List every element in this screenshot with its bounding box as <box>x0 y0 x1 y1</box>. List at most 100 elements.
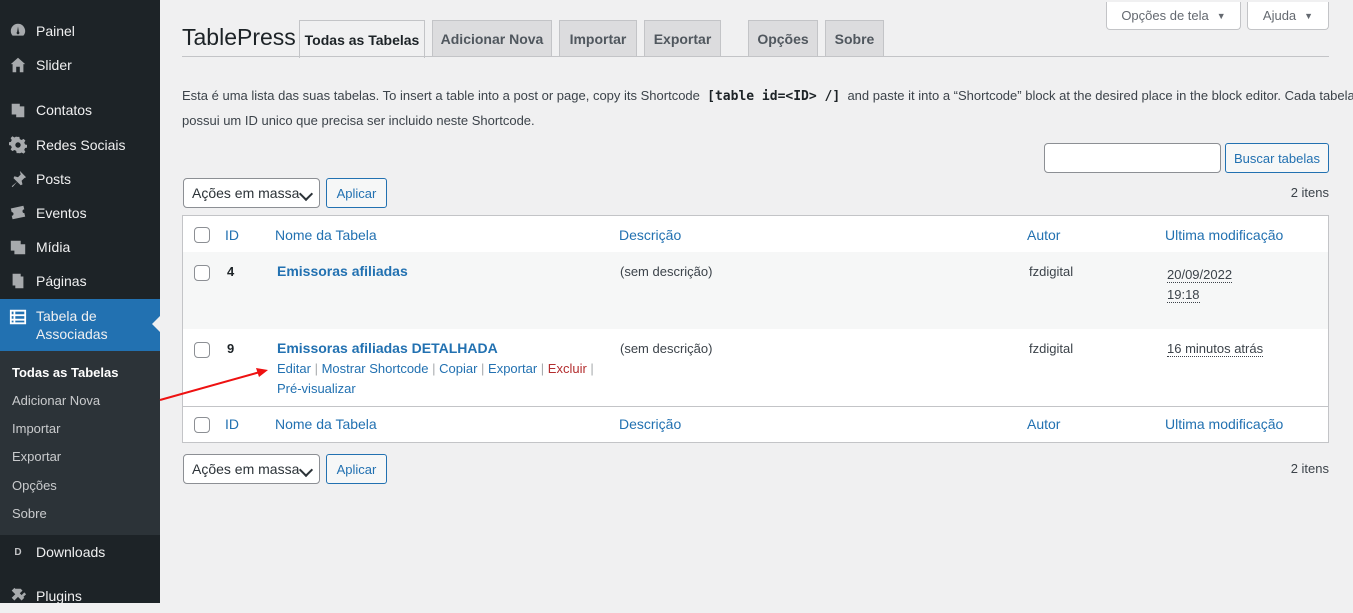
sidebar-item-label: Mídia <box>36 239 71 255</box>
plugin-icon <box>8 586 28 606</box>
tab-exportar[interactable]: Exportar <box>644 20 721 57</box>
caret-down-icon: ▼ <box>1304 10 1314 21</box>
column-author[interactable]: Autor <box>1027 227 1060 243</box>
tab-todas-as-tabelas[interactable]: Todas as Tabelas <box>299 20 425 58</box>
sidebar-item-tabela-de-associadas[interactable]: Tabela de Associadas <box>0 299 160 351</box>
submenu-item-exportar[interactable]: Exportar <box>12 449 61 464</box>
help-button[interactable]: Ajuda ▼ <box>1247 2 1329 30</box>
submenu-item-importar[interactable]: Importar <box>12 421 60 436</box>
sidebar-item-contatos[interactable]: Contatos <box>0 93 160 127</box>
select-all-checkbox[interactable] <box>194 417 210 433</box>
sidebar-item-eventos[interactable]: Eventos <box>0 196 160 230</box>
chevron-down-icon <box>298 462 314 478</box>
sidebar-item-label: Redes Sociais <box>36 137 126 153</box>
row-id: 9 <box>227 341 235 356</box>
sidebar-item-redes-sociais[interactable]: Redes Sociais <box>0 128 160 162</box>
tab-importar[interactable]: Importar <box>559 20 637 57</box>
sidebar-item-label: Plugins <box>36 588 82 604</box>
intro-line-1: Esta é uma lista das suas tabelas. To in… <box>182 88 1353 104</box>
screen-options-label: Opções de tela <box>1121 8 1209 23</box>
sidebar-item-label: Páginas <box>36 273 87 289</box>
column-description[interactable]: Descrição <box>619 416 681 432</box>
show-shortcode-link[interactable]: Mostrar Shortcode <box>322 361 429 376</box>
sidebar-item-paginas[interactable]: Páginas <box>0 264 160 298</box>
tab-sobre[interactable]: Sobre <box>825 20 884 57</box>
modified-date: 20/09/2022 <box>1167 267 1233 283</box>
dashboard-icon <box>8 21 28 41</box>
screen-options-button[interactable]: Opções de tela ▼ <box>1106 2 1241 30</box>
column-id[interactable]: ID <box>225 227 239 243</box>
modified-relative: 16 minutos atrás <box>1167 341 1264 357</box>
pin-icon <box>8 169 28 189</box>
submenu-item-opcoes[interactable]: Opções <box>12 478 57 493</box>
column-name[interactable]: Nome da Tabela <box>275 227 377 243</box>
column-description[interactable]: Descrição <box>619 227 681 243</box>
submenu: Todas as Tabelas Adicionar Nova Importar… <box>0 351 160 535</box>
bulk-actions-value: Ações em massa <box>192 185 300 201</box>
help-label: Ajuda <box>1262 8 1297 23</box>
tab-opcoes[interactable]: Opções <box>748 20 818 57</box>
export-link[interactable]: Exportar <box>488 361 537 376</box>
sidebar-item-label: Tabela de Associadas <box>36 308 108 342</box>
row-actions: Editar | Mostrar Shortcode | Copiar | Ex… <box>277 361 594 396</box>
apply-button[interactable]: Aplicar <box>326 178 387 208</box>
row-checkbox[interactable] <box>194 265 210 281</box>
shortcode-example: [table id=<ID> /] <box>707 89 841 104</box>
tab-divider <box>182 56 1329 57</box>
intro-line-2: possui um ID unico que precisa ser inclu… <box>182 113 535 128</box>
column-id[interactable]: ID <box>225 416 239 432</box>
sidebar-item-label: Slider <box>36 57 72 73</box>
tab-adicionar-nova[interactable]: Adicionar Nova <box>432 20 552 57</box>
annotation-arrow-icon <box>159 368 268 401</box>
copy-link[interactable]: Copiar <box>439 361 477 376</box>
row-description: (sem descrição) <box>620 264 713 279</box>
apply-button-bottom[interactable]: Aplicar <box>326 454 387 484</box>
table-header-row: ID Nome da Tabela Descrição Autor Ultima… <box>183 216 1328 253</box>
sidebar-item-plugins[interactable]: Plugins <box>0 579 160 613</box>
edit-link[interactable]: Editar <box>277 361 311 376</box>
intro-text-a: Esta é uma lista das suas tabelas. To in… <box>182 88 700 103</box>
media-icon <box>8 237 28 257</box>
row-checkbox[interactable] <box>194 342 210 358</box>
bulk-actions-value: Ações em massa <box>192 461 300 477</box>
sidebar-item-midia[interactable]: Mídia <box>0 230 160 264</box>
chevron-down-icon <box>298 186 314 202</box>
table-footer-row: ID Nome da Tabela Descrição Autor Ultima… <box>183 407 1328 443</box>
delete-link[interactable]: Excluir <box>548 361 587 376</box>
items-count: 2 itens <box>1290 185 1329 200</box>
column-last-modified[interactable]: Ultima modificação <box>1165 227 1283 243</box>
intro-text-b: and paste it into a “Shortcode” block at… <box>847 88 1353 103</box>
bulk-actions-select[interactable]: Ações em massa <box>183 178 320 208</box>
table-row: 4 Emissoras afiliadas (sem descrição) fz… <box>183 252 1328 329</box>
sidebar-item-label: Contatos <box>36 102 93 118</box>
sidebar-item-painel[interactable]: Painel <box>0 14 160 48</box>
table-name-link[interactable]: Emissoras afiliadas DETALHADA <box>277 340 498 356</box>
submenu-item-adicionar-nova[interactable]: Adicionar Nova <box>12 393 100 408</box>
sidebar-item-label: Painel <box>36 23 75 39</box>
sidebar-item-label: Posts <box>36 171 72 187</box>
search-tables-button[interactable]: Buscar tabelas <box>1225 143 1329 173</box>
tables-list: ID Nome da Tabela Descrição Autor Ultima… <box>182 215 1329 443</box>
caret-down-icon: ▼ <box>1216 10 1226 21</box>
sidebar-item-label: Eventos <box>36 205 87 221</box>
table-name-link[interactable]: Emissoras afiliadas <box>277 263 408 279</box>
column-last-modified[interactable]: Ultima modificação <box>1165 416 1283 432</box>
gear-icon <box>8 135 28 155</box>
sidebar-item-label: Downloads <box>36 544 106 560</box>
preview-link[interactable]: Pré-visualizar <box>277 381 356 396</box>
row-author: fzdigital <box>1029 264 1074 279</box>
column-author[interactable]: Autor <box>1027 416 1060 432</box>
select-all-checkbox[interactable] <box>194 227 210 243</box>
home-icon <box>8 55 28 75</box>
search-input[interactable] <box>1044 143 1221 173</box>
sidebar-item-slider[interactable]: Slider <box>0 48 160 82</box>
ticket-icon <box>8 203 28 223</box>
bulk-actions-select-bottom[interactable]: Ações em massa <box>183 454 320 484</box>
sidebar-item-downloads[interactable]: D Downloads <box>0 535 160 569</box>
sidebar-item-posts[interactable]: Posts <box>0 162 160 196</box>
column-name[interactable]: Nome da Tabela <box>275 416 377 432</box>
row-modified: 20/09/2022 19:18 <box>1167 265 1233 305</box>
submenu-item-sobre[interactable]: Sobre <box>12 506 47 521</box>
downloads-icon: D <box>14 546 22 558</box>
submenu-item-todas-as-tabelas[interactable]: Todas as Tabelas <box>12 365 118 380</box>
